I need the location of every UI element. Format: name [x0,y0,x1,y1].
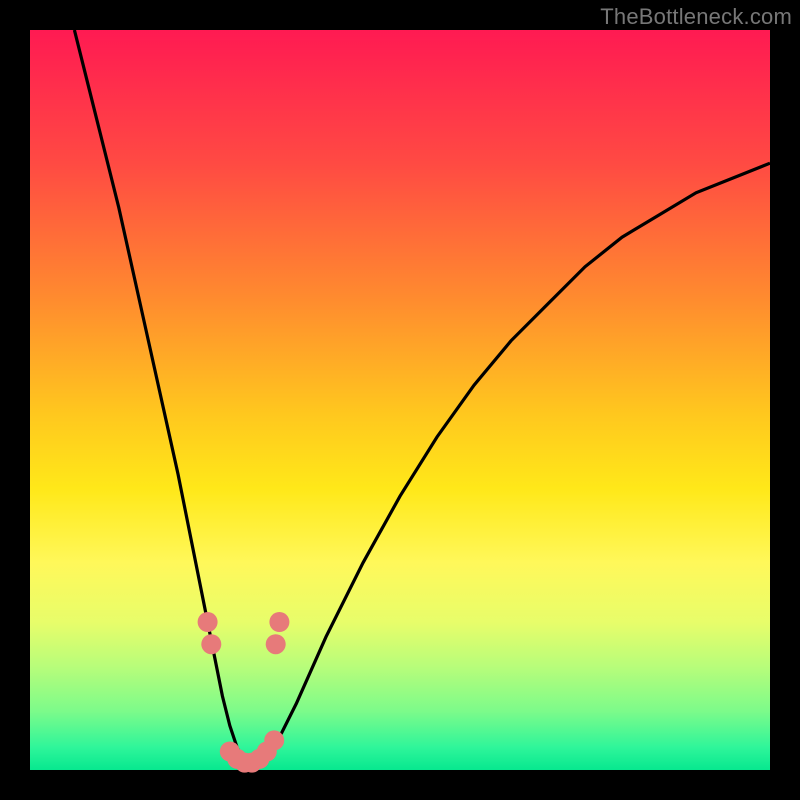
chart-frame: TheBottleneck.com [0,0,800,800]
marker-dot [269,612,289,632]
bottleneck-curve [74,30,770,770]
marker-dots [198,612,290,773]
watermark-text: TheBottleneck.com [600,4,792,30]
marker-dot [266,634,286,654]
marker-dot [264,730,284,750]
plot-area [30,30,770,770]
marker-dot [201,634,221,654]
marker-dot [198,612,218,632]
curve-svg [30,30,770,770]
